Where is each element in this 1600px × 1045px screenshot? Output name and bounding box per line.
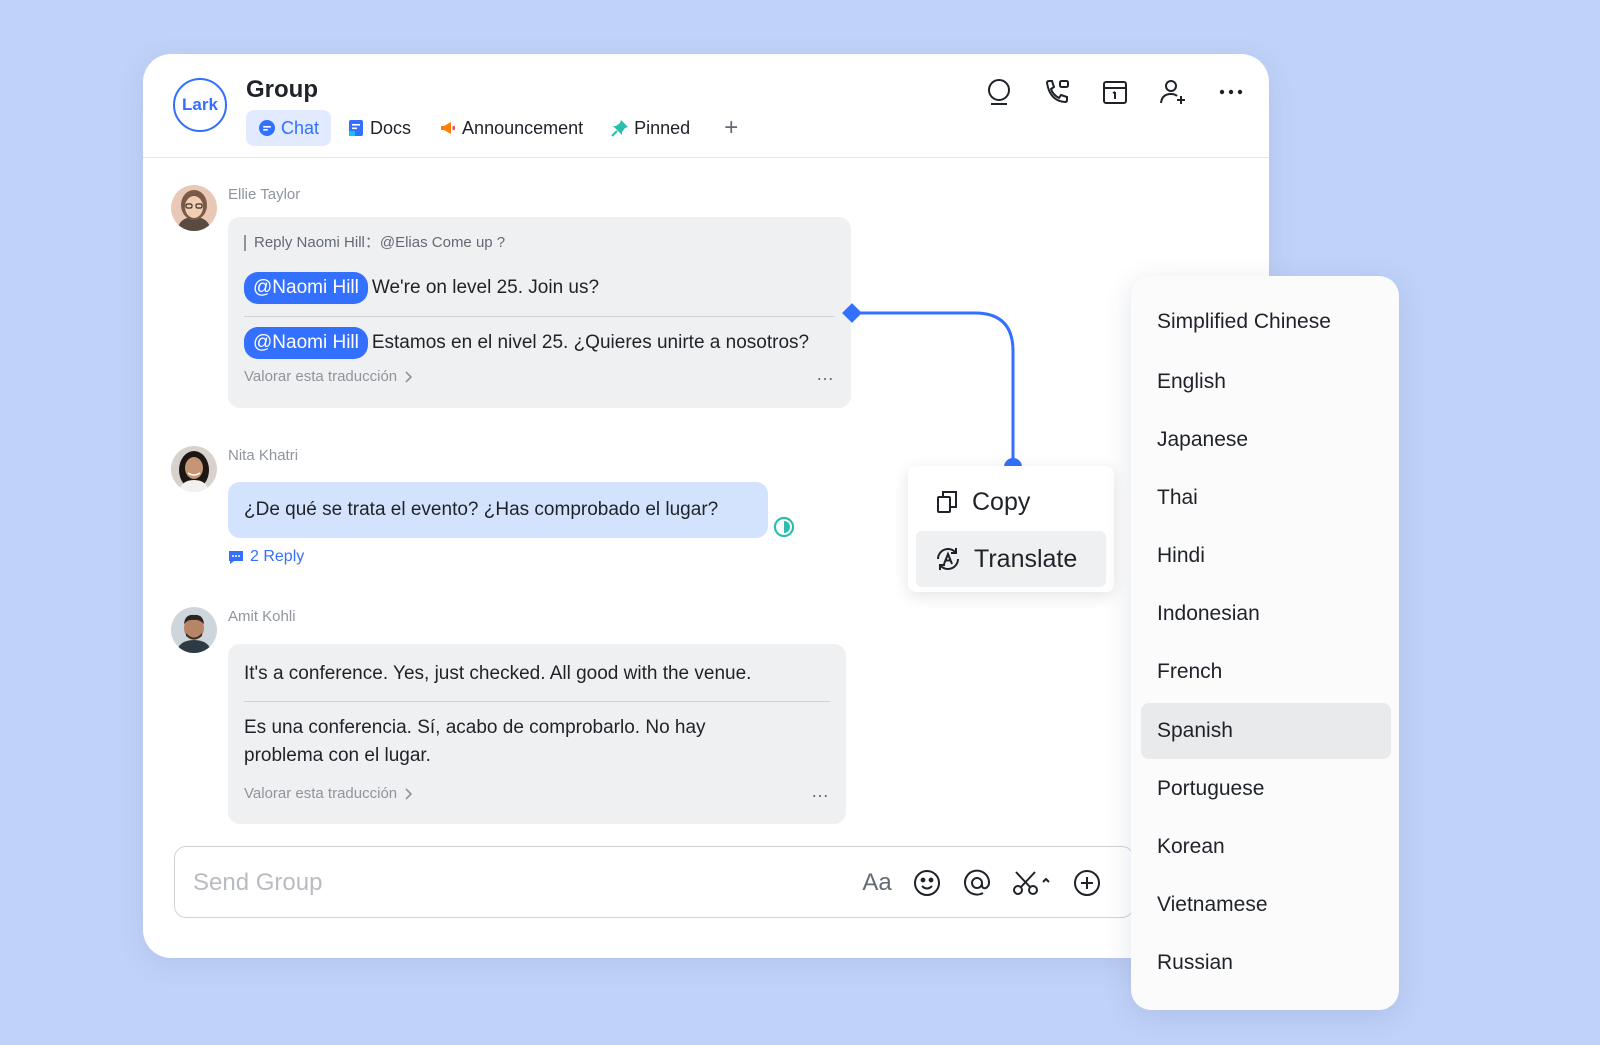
- language-option[interactable]: Vietnamese: [1141, 877, 1391, 933]
- tab-chat[interactable]: Chat: [246, 110, 332, 146]
- menu-item-label: Translate: [974, 544, 1078, 573]
- language-option[interactable]: Simplified Chinese: [1141, 294, 1391, 350]
- translation-divider: [244, 316, 835, 317]
- tab-docs[interactable]: Docs: [335, 110, 423, 146]
- translation-divider: [244, 701, 830, 702]
- reply-icon: [229, 551, 243, 564]
- message-composer: Aa: [174, 846, 1134, 918]
- sender-name: Amit Kohli: [228, 608, 296, 625]
- message-bubble[interactable]: ¿De qué se trata el evento? ¿Has comprob…: [228, 482, 768, 538]
- emoji-icon[interactable]: [911, 865, 943, 901]
- text-format-button[interactable]: Aa: [861, 865, 893, 901]
- sender-name: Nita Khatri: [228, 447, 299, 464]
- scissors-icon[interactable]: [1011, 865, 1053, 901]
- more-icon[interactable]: [1215, 76, 1247, 108]
- rate-label: Valorar esta traducción: [244, 785, 398, 802]
- language-option[interactable]: Hindi: [1141, 528, 1391, 584]
- language-option[interactable]: Korean: [1141, 819, 1391, 875]
- tab-pinned[interactable]: Pinned: [599, 110, 702, 146]
- calendar-icon[interactable]: [1099, 76, 1131, 108]
- message-text: ¿De qué se trata el evento? ¿Has comprob…: [244, 499, 719, 520]
- rate-translation-link[interactable]: Valorar esta traducción: [244, 368, 413, 385]
- message-text: It's a conference. Yes, just checked. Al…: [244, 663, 752, 684]
- mention-chip[interactable]: @Naomi Hill: [244, 327, 368, 359]
- add-tab-button[interactable]: +: [724, 110, 738, 146]
- chevron-right-icon: [405, 370, 413, 383]
- lark-logo: Lark: [173, 78, 227, 132]
- menu-item-copy[interactable]: Copy: [916, 474, 1106, 530]
- reply-quote: Reply Naomi Hill：@Elias Come up ?: [244, 235, 505, 251]
- language-option[interactable]: Portuguese: [1141, 761, 1391, 817]
- tab-label: Docs: [370, 117, 412, 138]
- sender-name: Ellie Taylor: [228, 186, 301, 203]
- tab-bar: Chat Docs Announcement Pinned +: [246, 110, 738, 146]
- avatar-nita-khatri[interactable]: [171, 446, 217, 492]
- tab-label: Chat: [281, 117, 320, 138]
- language-option[interactable]: Japanese: [1141, 412, 1391, 468]
- call-icon[interactable]: [1041, 76, 1073, 108]
- announcement-icon: [441, 122, 456, 134]
- add-circle-icon[interactable]: [1071, 865, 1103, 901]
- message-input[interactable]: [193, 867, 833, 899]
- avatar-ellie-taylor[interactable]: [171, 185, 217, 231]
- font-icon-label: Aa: [862, 869, 892, 896]
- language-option-selected[interactable]: Spanish: [1141, 703, 1391, 759]
- pin-icon: [611, 120, 629, 137]
- search-icon[interactable]: [983, 76, 1015, 108]
- chevron-right-icon: [405, 787, 413, 800]
- header-actions: [983, 76, 1247, 108]
- tab-announcement[interactable]: Announcement: [427, 110, 595, 146]
- message-bubble[interactable]: Reply Naomi Hill：@Elias Come up ? @Naomi…: [228, 217, 851, 408]
- mention-chip[interactable]: @Naomi Hill: [244, 272, 368, 304]
- avatar-amit-kohli[interactable]: [171, 607, 217, 653]
- language-option[interactable]: French: [1141, 644, 1391, 700]
- thread-reply-link[interactable]: 2 Reply: [228, 548, 304, 566]
- message-text-row: @Naomi Hill We're on level 25. Join us?: [244, 272, 599, 304]
- rate-translation-link[interactable]: Valorar esta traducción: [244, 785, 413, 802]
- message-more-button[interactable]: …: [811, 781, 830, 802]
- chat-icon: [259, 120, 275, 136]
- tab-label: Pinned: [634, 117, 691, 138]
- language-option[interactable]: English: [1141, 354, 1391, 410]
- menu-item-translate[interactable]: Translate: [916, 531, 1106, 587]
- language-menu: Simplified Chinese English Japanese Thai…: [1131, 276, 1399, 1010]
- message-more-button[interactable]: …: [816, 364, 835, 385]
- message-text: We're on level 25. Join us?: [371, 277, 600, 298]
- translate-icon: [937, 548, 959, 570]
- translation-text: Estamos en el nivel 25. ¿Quieres unirte …: [371, 332, 810, 353]
- composer-tools: Aa: [861, 865, 1103, 901]
- group-title: Group: [246, 76, 318, 103]
- chat-header: Lark Group Chat Docs Announcement Pinned…: [143, 54, 1269, 158]
- translation-text-row: @Naomi Hill Estamos en el nivel 25. ¿Qui…: [244, 327, 809, 359]
- rate-label: Valorar esta traducción: [244, 368, 398, 385]
- message-bubble[interactable]: It's a conference. Yes, just checked. Al…: [228, 644, 846, 824]
- translation-text: Es una conferencia. Sí, acabo de comprob…: [244, 717, 706, 766]
- copy-icon: [937, 491, 957, 513]
- message-context-menu: Copy Translate: [908, 466, 1114, 592]
- read-status-icon: [773, 516, 795, 538]
- tab-label: Announcement: [462, 117, 584, 138]
- add-member-icon[interactable]: [1157, 76, 1189, 108]
- language-option[interactable]: Thai: [1141, 470, 1391, 526]
- language-option[interactable]: Indonesian: [1141, 586, 1391, 642]
- mention-icon[interactable]: [961, 865, 993, 901]
- reply-count: 2 Reply: [250, 548, 305, 565]
- menu-item-label: Copy: [972, 487, 1031, 516]
- docs-icon: [349, 120, 364, 136]
- language-option[interactable]: Russian: [1141, 935, 1391, 991]
